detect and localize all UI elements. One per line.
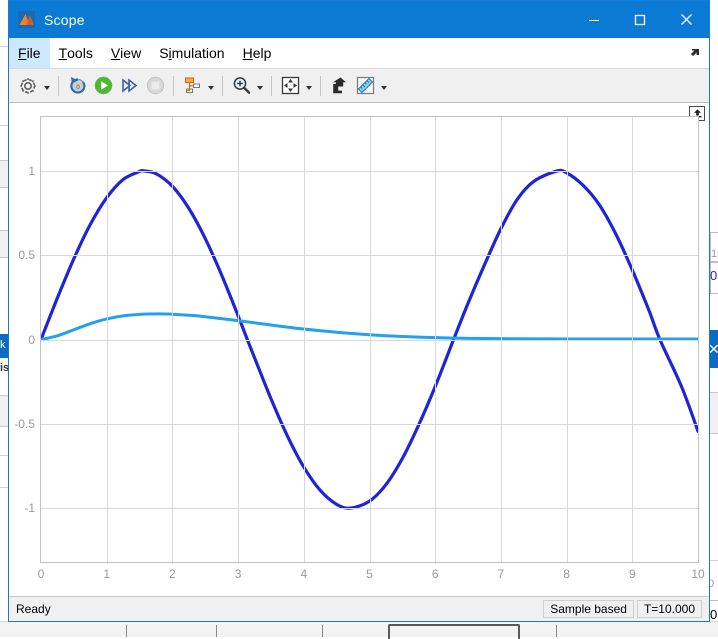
y-axis-tick-label: 0 bbox=[28, 332, 35, 347]
x-axis-tick-label: 4 bbox=[300, 567, 308, 581]
menu-item-view[interactable]: View bbox=[102, 38, 150, 68]
taskbar[interactable] bbox=[0, 621, 718, 639]
x-axis-tick-label: 0 bbox=[37, 567, 45, 581]
frame-mode-field: Sample based bbox=[543, 600, 634, 618]
maximize-button[interactable] bbox=[617, 1, 663, 38]
background-window-edge bbox=[0, 125, 8, 126]
gridline-horizontal bbox=[41, 339, 698, 341]
undock-arrow-icon[interactable] bbox=[688, 38, 709, 68]
toolbar-separator bbox=[320, 75, 321, 96]
x-axis-tick-label: 1 bbox=[103, 567, 111, 581]
background-window-edge bbox=[0, 46, 8, 47]
x-axis-tick-label: 2 bbox=[169, 567, 176, 581]
taskbar-tick bbox=[126, 625, 127, 637]
background-field-text: 0( bbox=[710, 268, 718, 283]
status-text: Ready bbox=[16, 602, 51, 616]
taskbar-active-window[interactable] bbox=[388, 624, 520, 639]
simulation-time-field: T=10.000 bbox=[636, 600, 702, 618]
title-bar[interactable]: Scope bbox=[9, 1, 709, 38]
toolbar: 0 bbox=[9, 69, 709, 103]
background-field-text: 0 bbox=[710, 607, 718, 622]
measurements-button[interactable] bbox=[352, 73, 378, 99]
menu-item-simulation[interactable]: Si mulation bbox=[150, 38, 233, 68]
menu-view-mnemonic: V bbox=[110, 45, 121, 61]
background-selected-text: k bbox=[0, 339, 6, 351]
background-row-text: is bbox=[0, 362, 8, 374]
menu-simulation-pre: S bbox=[159, 45, 169, 61]
menu-view-rest: iew bbox=[120, 45, 142, 61]
taskbar-tick bbox=[216, 625, 217, 637]
x-axis-tick-label: 8 bbox=[563, 567, 570, 581]
menu-help-rest: elp bbox=[252, 45, 272, 61]
menu-simulation-rest: mulation bbox=[171, 45, 225, 61]
menu-item-file[interactable]: File bbox=[9, 38, 50, 68]
x-axis-tick-label: 3 bbox=[234, 567, 242, 581]
gridline-horizontal bbox=[41, 255, 698, 257]
window-controls bbox=[571, 1, 709, 38]
taskbar-tick bbox=[322, 625, 323, 637]
configuration-properties-button[interactable] bbox=[15, 73, 41, 99]
menu-item-help[interactable]: Help bbox=[234, 38, 281, 68]
toolbar-separator bbox=[222, 75, 223, 96]
run-button[interactable] bbox=[90, 73, 116, 99]
taskbar-tick bbox=[556, 625, 557, 637]
zoom-dropdown-caret[interactable] bbox=[254, 73, 266, 99]
autoscale-button[interactable] bbox=[277, 73, 303, 99]
toolbar-separator bbox=[58, 75, 59, 96]
y-axis-tick-label: -0.5 bbox=[14, 416, 35, 431]
chart-axes: -1 -0.5 0 0.5 1 0 1 2 3 4 5 6 7 8 9 10 bbox=[14, 116, 705, 581]
x-axis-tick-label: 9 bbox=[628, 567, 636, 581]
menu-file-rest: ile bbox=[26, 45, 41, 61]
x-axis-tick-label: 6 bbox=[431, 567, 439, 581]
status-bar: Ready Sample based T=10.000 bbox=[9, 596, 709, 621]
background-window-edge bbox=[710, 560, 718, 561]
zoom-button[interactable] bbox=[228, 73, 254, 99]
signal-selection-dropdown-caret[interactable] bbox=[205, 73, 217, 99]
gridline-horizontal bbox=[41, 423, 698, 425]
menu-help-mnemonic: H bbox=[242, 45, 253, 61]
background-window-edge bbox=[0, 487, 8, 488]
background-window-edge bbox=[0, 455, 8, 456]
gridline-horizontal bbox=[41, 170, 698, 172]
jump-to-end-button[interactable] bbox=[326, 73, 352, 99]
y-axis-tick-label: 1 bbox=[28, 163, 35, 178]
x-axis-tick-label: 10 bbox=[691, 567, 705, 581]
menu-bar: File Tools View Si mulation Help bbox=[9, 38, 709, 69]
step-forward-button[interactable] bbox=[116, 73, 142, 99]
measurements-dropdown-caret[interactable] bbox=[378, 73, 390, 99]
menu-file-mnemonic: F bbox=[18, 45, 27, 61]
toolbar-separator bbox=[173, 75, 174, 96]
stop-button[interactable] bbox=[142, 73, 168, 99]
y-axis-tick-label: -1 bbox=[24, 501, 35, 516]
configuration-dropdown-caret[interactable] bbox=[41, 73, 53, 99]
background-field-text: 15 bbox=[711, 248, 718, 260]
matlab-logo-icon bbox=[18, 11, 35, 28]
menu-tools-rest: ools bbox=[67, 45, 93, 61]
signal-selection-button[interactable] bbox=[179, 73, 205, 99]
close-button[interactable] bbox=[663, 1, 709, 38]
rewind-to-start-button[interactable]: 0 bbox=[64, 73, 90, 99]
menu-tools-mnemonic: T bbox=[58, 45, 68, 61]
y-axis-tick-label: 0.5 bbox=[18, 248, 35, 263]
svg-text:0: 0 bbox=[76, 84, 80, 91]
scope-window: Scope File Tools View Si mulation Help 0… bbox=[8, 0, 710, 622]
autoscale-dropdown-caret[interactable] bbox=[303, 73, 315, 99]
toolbar-separator bbox=[271, 75, 272, 96]
x-axis-tick-label: 7 bbox=[497, 567, 505, 581]
window-title: Scope bbox=[44, 11, 85, 28]
gridline-horizontal bbox=[41, 508, 698, 510]
plot-area: -1 -0.5 0 0.5 1 0 1 2 3 4 5 6 7 8 9 10 bbox=[9, 103, 709, 596]
menu-item-tools[interactable]: Tools bbox=[50, 38, 102, 68]
minimize-button[interactable] bbox=[571, 1, 617, 38]
status-right-group: Sample based T=10.000 bbox=[543, 600, 709, 618]
x-axis-tick-label: 5 bbox=[366, 567, 373, 581]
